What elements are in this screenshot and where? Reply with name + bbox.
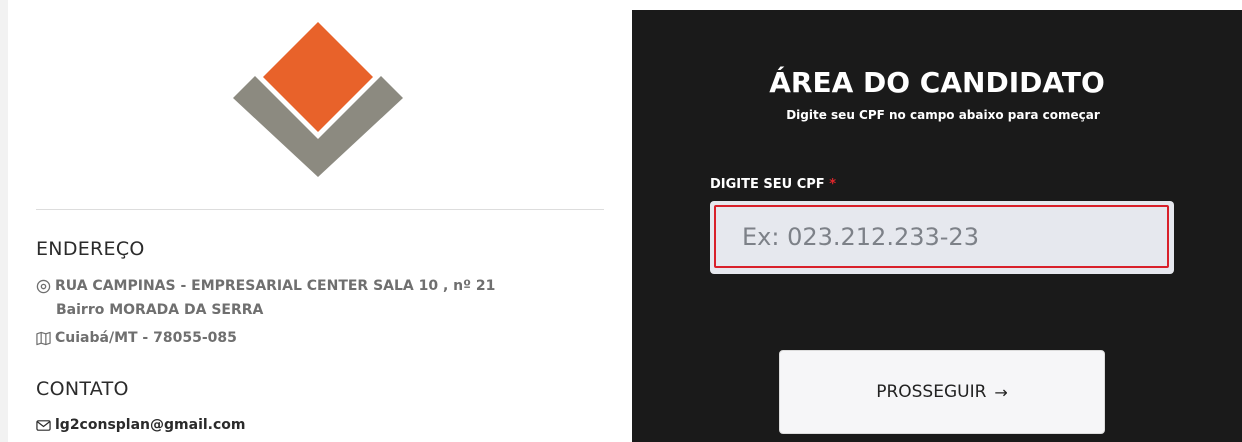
city-line: Cuiabá/MT - 78055-085 [36, 330, 237, 346]
address-title: ENDEREÇO [36, 238, 145, 260]
map-icon [36, 331, 51, 345]
street-text: RUA CAMPINAS - EMPRESARIAL CENTER SALA 1… [55, 278, 496, 294]
street-line: RUA CAMPINAS - EMPRESARIAL CENTER SALA 1… [36, 278, 495, 294]
company-logo [233, 22, 403, 177]
divider [36, 209, 604, 210]
proceed-label: PROSSEGUIR [876, 382, 987, 402]
neighborhood-line: Bairro MORADA DA SERRA [56, 302, 263, 318]
location-pin-icon [36, 279, 51, 293]
page-title: ÁREA DO CANDIDATO [769, 66, 1105, 99]
candidate-area-panel: ÁREA DO CANDIDATO Digite seu CPF no camp… [632, 10, 1242, 442]
cpf-input[interactable] [714, 205, 1169, 268]
contact-title: CONTATO [36, 378, 129, 400]
page-subtitle: Digite seu CPF no campo abaixo para come… [786, 108, 1100, 122]
cpf-field-wrapper [710, 201, 1174, 274]
neighborhood-text: Bairro MORADA DA SERRA [56, 302, 264, 318]
city-text: Cuiabá/MT - 78055-085 [55, 330, 237, 346]
arrow-right-icon: → [994, 382, 1008, 402]
left-edge-strip [0, 0, 8, 442]
email-link[interactable]: lg2consplan@gmail.com [55, 417, 246, 433]
envelope-icon [36, 419, 51, 431]
email-line: lg2consplan@gmail.com [36, 417, 246, 433]
required-marker: * [829, 177, 837, 192]
cpf-label-text: DIGITE SEU CPF [710, 177, 825, 192]
company-info-panel: ENDEREÇO RUA CAMPINAS - EMPRESARIAL CENT… [0, 0, 632, 442]
proceed-button[interactable]: PROSSEGUIR → [779, 350, 1105, 434]
cpf-label: DIGITE SEU CPF * [710, 177, 836, 192]
